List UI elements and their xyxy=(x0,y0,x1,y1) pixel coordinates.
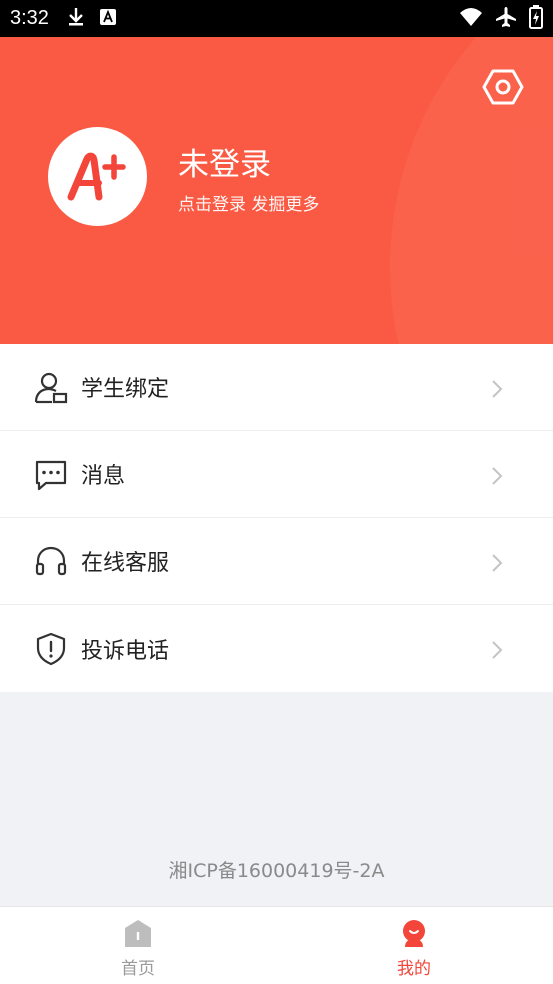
header-decoration xyxy=(390,37,553,344)
tab-mine[interactable]: 我的 xyxy=(354,907,474,984)
chevron-right-icon xyxy=(492,380,503,398)
settings-hexagon-icon xyxy=(482,69,524,105)
menu-item-label: 投诉电话 xyxy=(81,638,170,664)
profile-header[interactable]: 未登录 点击登录 发掘更多 xyxy=(0,37,553,344)
shield-alert-icon xyxy=(36,632,66,666)
menu-item-messages[interactable]: 消息 xyxy=(0,431,553,518)
battery-charging-icon xyxy=(529,4,543,33)
app-notification-icon xyxy=(99,8,117,30)
chevron-right-icon xyxy=(492,467,503,485)
tab-home[interactable]: 首页 xyxy=(78,907,198,984)
login-status-title[interactable]: 未登录 xyxy=(178,139,271,184)
airplane-icon xyxy=(495,6,517,32)
wifi-icon xyxy=(459,7,483,31)
chevron-right-icon xyxy=(492,554,503,572)
status-time: 3:32 xyxy=(10,7,49,29)
icp-license: 湘ICP备16000419号-2A xyxy=(168,860,385,882)
chevron-right-icon xyxy=(492,641,503,659)
message-icon xyxy=(35,460,67,491)
menu-item-label: 在线客服 xyxy=(81,551,170,576)
tab-label: 我的 xyxy=(397,959,431,979)
menu-item-student-binding[interactable]: 学生绑定 xyxy=(0,344,553,431)
avatar[interactable] xyxy=(48,127,147,226)
download-icon xyxy=(67,7,85,31)
menu-item-label: 消息 xyxy=(81,464,126,489)
student-user-icon xyxy=(34,372,68,404)
bottom-tabbar: 首页 我的 xyxy=(0,906,553,984)
login-prompt-subtitle[interactable]: 点击登录 发掘更多 xyxy=(178,190,319,215)
settings-button[interactable] xyxy=(482,68,524,106)
menu-item-online-service[interactable]: 在线客服 xyxy=(0,518,553,605)
aplus-logo-icon xyxy=(67,152,126,200)
home-icon xyxy=(125,920,151,947)
menu-item-complaint-hotline[interactable]: 投诉电话 xyxy=(0,605,553,692)
menu-item-label: 学生绑定 xyxy=(81,377,170,402)
mine-icon xyxy=(403,920,425,947)
headset-icon xyxy=(35,546,67,576)
menu-list: 学生绑定 消息 在线客服 投诉电话 xyxy=(0,344,553,692)
tab-label: 首页 xyxy=(121,959,155,979)
status-bar: 3:32 xyxy=(0,0,553,37)
